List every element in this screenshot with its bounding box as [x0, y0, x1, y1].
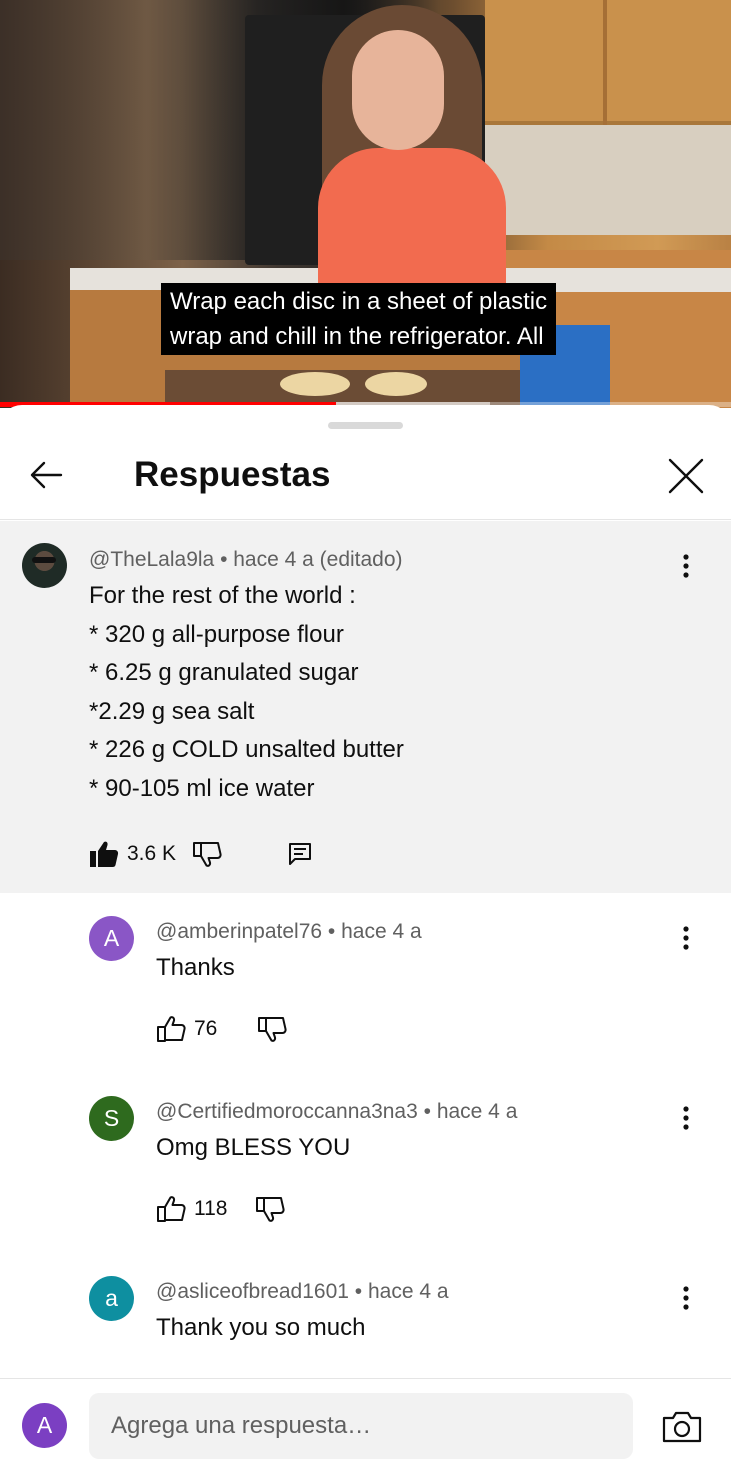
- avatar[interactable]: A: [22, 1403, 67, 1448]
- comment-text: For the rest of the world : * 320 g all-…: [89, 582, 404, 802]
- reply-text: Thank you so much: [156, 1314, 366, 1341]
- reply-text: Thanks: [156, 954, 235, 981]
- reply-actions: 76: [156, 1009, 287, 1049]
- dislike-button[interactable]: [257, 1009, 287, 1049]
- avatar[interactable]: A: [89, 916, 134, 961]
- like-count: 3.6 K: [127, 842, 177, 865]
- camera-icon: [662, 1411, 702, 1443]
- reply-item: A @amberinpatel76 • hace 4 a Thanks 76: [0, 916, 731, 1096]
- reply-input[interactable]: [89, 1393, 633, 1459]
- comment-actions: 3.6 K: [89, 834, 312, 874]
- reply-meta[interactable]: @Certifiedmoroccanna3na3 • hace 4 a: [156, 1099, 517, 1125]
- reply-actions: 118: [156, 1189, 286, 1229]
- more-options-button[interactable]: [671, 1278, 701, 1318]
- dislike-button[interactable]: [255, 1189, 286, 1229]
- like-count: 118: [194, 1197, 228, 1220]
- reply-button[interactable]: [288, 834, 312, 874]
- reply-text: Omg BLESS YOU: [156, 1134, 351, 1161]
- thumb-down-icon: [258, 1017, 287, 1042]
- replies-sheet: Respuestas @TheLala9la • hace 4 a (edita…: [0, 405, 731, 1459]
- sheet-title: Respuestas: [134, 455, 331, 494]
- like-button[interactable]: 3.6 K: [89, 834, 176, 874]
- avatar[interactable]: [22, 543, 67, 588]
- reply-meta[interactable]: @asliceofbread1601 • hace 4 a: [156, 1279, 449, 1305]
- sheet-header: Respuestas: [0, 433, 731, 520]
- arrow-left-icon: [30, 461, 63, 489]
- more-vert-icon: [683, 926, 689, 950]
- dislike-button[interactable]: [192, 834, 222, 874]
- thumb-down-icon: [256, 1197, 286, 1222]
- avatar[interactable]: a: [89, 1276, 134, 1321]
- video-caption: Wrap each disc in a sheet of plastic wra…: [161, 283, 557, 355]
- more-options-button[interactable]: [671, 1098, 701, 1138]
- camera-button[interactable]: [660, 1405, 704, 1449]
- avatar[interactable]: S: [89, 1096, 134, 1141]
- thumb-up-filled-icon: [90, 841, 119, 867]
- video-player[interactable]: Wrap each disc in a sheet of plastic wra…: [0, 0, 731, 408]
- more-vert-icon: [683, 1106, 689, 1130]
- more-vert-icon: [683, 1286, 689, 1310]
- reply-meta[interactable]: @amberinpatel76 • hace 4 a: [156, 919, 422, 945]
- parent-comment: @TheLala9la • hace 4 a (editado) For the…: [0, 521, 731, 893]
- reply-item: S @Certifiedmoroccanna3na3 • hace 4 a Om…: [0, 1096, 731, 1276]
- close-button[interactable]: [660, 450, 712, 502]
- reply-composer: A: [0, 1378, 731, 1459]
- drag-handle[interactable]: [328, 422, 403, 429]
- like-count: 76: [194, 1017, 218, 1040]
- more-options-button[interactable]: [671, 546, 701, 586]
- like-button[interactable]: 118: [156, 1189, 227, 1229]
- comment-meta[interactable]: @TheLala9la • hace 4 a (editado): [89, 547, 403, 573]
- more-vert-icon: [683, 554, 689, 578]
- thumb-up-icon: [157, 1196, 186, 1222]
- comment-icon: [289, 843, 312, 865]
- thumb-down-icon: [193, 842, 222, 867]
- like-button[interactable]: 76: [156, 1009, 217, 1049]
- close-icon: [668, 458, 704, 494]
- more-options-button[interactable]: [671, 918, 701, 958]
- back-button[interactable]: [22, 451, 70, 499]
- thumb-up-icon: [157, 1016, 186, 1042]
